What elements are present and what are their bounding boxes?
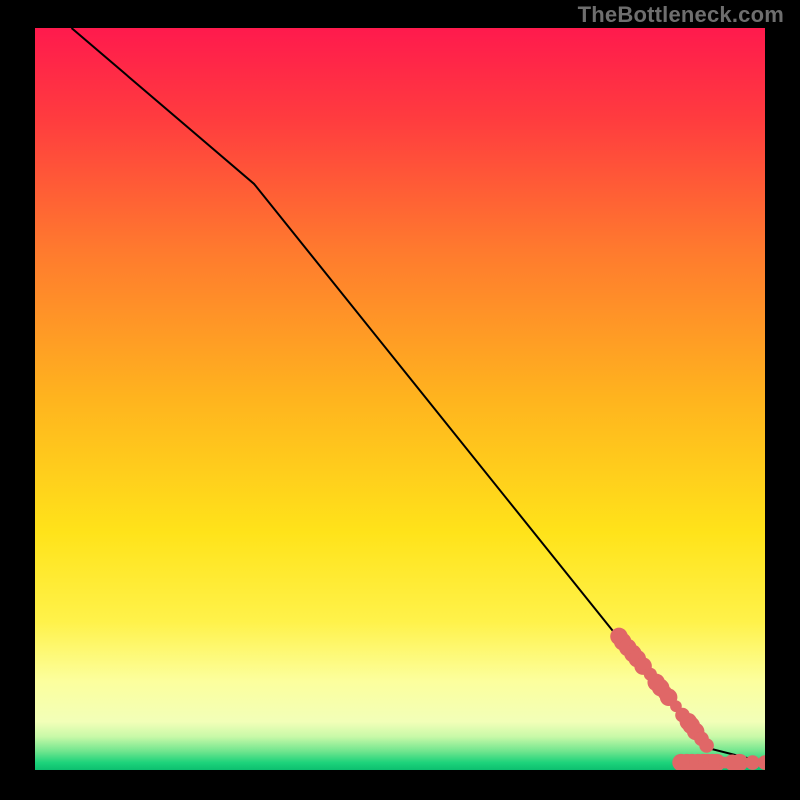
- chart-background: [35, 28, 765, 770]
- plot-area: [35, 28, 765, 770]
- watermark-label: TheBottleneck.com: [578, 2, 784, 28]
- chart-frame: TheBottleneck.com: [0, 0, 800, 800]
- scatter-point: [699, 738, 714, 753]
- chart-svg: [35, 28, 765, 770]
